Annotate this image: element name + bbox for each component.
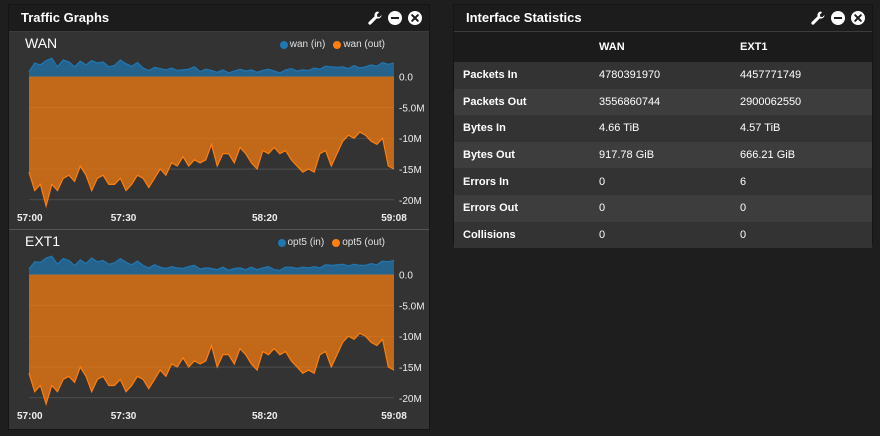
x-tick-label: 59:08 [381, 411, 407, 422]
ext1-value: 0 [740, 221, 872, 249]
table-row: Errors In 0 6 [454, 168, 872, 195]
table-row: Bytes Out 917.78 GiB 666.21 GiB [454, 141, 872, 169]
wan-graph: 0.0 -5.0M -10M -15M -20M 57:00 57:30 58:20 59:08… [9, 32, 429, 230]
legend-wan-in[interactable]: wan (in) [279, 39, 326, 50]
wan-traffic-chart: 0.0 -5.0M -10M -15M -20M 57:00 57:30 58:20 59:08 [17, 57, 425, 224]
wrench-icon[interactable] [810, 10, 826, 26]
legend-opt5-in-label: opt5 (in) [287, 237, 325, 248]
legend-in-dot [277, 238, 286, 247]
row-label: Errors Out [454, 194, 599, 222]
legend-out-dot [332, 238, 341, 247]
y-tick-label: -10M [399, 332, 422, 343]
ext1-value: 0 [740, 194, 872, 222]
ext1-value: 2900062550 [740, 88, 872, 116]
wan-legend: wan (in) wan (out) [279, 39, 385, 50]
y-tick-label: -15M [399, 165, 422, 176]
y-tick-label: -15M [399, 363, 422, 374]
row-label: Bytes Out [454, 141, 599, 169]
y-tick-label: -10M [399, 134, 422, 145]
interface-statistics-widget: Interface Statistics WAN EXT1 Packets In… [453, 4, 873, 249]
legend-opt5-in[interactable]: opt5 (in) [277, 237, 325, 248]
close-icon[interactable] [407, 10, 423, 26]
ext1-traffic-chart: 0.0 -5.0M -10M -15M -20M 57:00 57:30 58:20 59:08 [17, 255, 425, 422]
x-tick-label: 58:20 [252, 213, 278, 224]
interface-statistics-header: Interface Statistics [454, 5, 872, 32]
wan-value: 0 [599, 168, 740, 195]
ext1-legend: opt5 (in) opt5 (out) [277, 237, 385, 248]
table-header-row: WAN EXT1 [454, 32, 872, 62]
table-row: Packets In 4780391970 4457771749 [454, 62, 872, 89]
wrench-icon[interactable] [367, 10, 383, 26]
y-tick-label: -5.0M [399, 301, 425, 312]
interface-statistics-title: Interface Statistics [466, 10, 582, 25]
traffic-graphs-header: Traffic Graphs [9, 5, 429, 32]
interface-statistics-controls [810, 10, 866, 26]
legend-opt5-out[interactable]: opt5 (out) [332, 237, 385, 248]
column-header-wan: WAN [599, 32, 740, 62]
area-opt5-out [29, 274, 394, 404]
wan-value: 3556860744 [599, 88, 740, 116]
interface-stats-table: WAN EXT1 Packets In 4780391970 445777174… [454, 32, 872, 249]
x-tick-label: 58:20 [252, 411, 278, 422]
wan-graph-name: WAN [25, 35, 58, 51]
x-tick-label: 57:30 [111, 411, 137, 422]
wan-value: 917.78 GiB [599, 141, 740, 169]
y-tick-label: -5.0M [399, 103, 425, 114]
wan-value: 4.66 TiB [599, 115, 740, 142]
column-header-label [454, 32, 599, 62]
row-label: Errors In [454, 168, 599, 195]
wan-value: 0 [599, 194, 740, 222]
ext1-value: 4.57 TiB [740, 115, 872, 142]
table-row: Bytes In 4.66 TiB 4.57 TiB [454, 115, 872, 142]
y-tick-label: 0.0 [399, 73, 413, 84]
legend-out-dot [333, 40, 342, 49]
ext1-value: 666.21 GiB [740, 141, 872, 169]
minimize-icon[interactable] [830, 10, 846, 26]
legend-wan-out[interactable]: wan (out) [333, 39, 385, 50]
legend-wan-out-label: wan (out) [343, 39, 385, 50]
x-tick-label: 57:30 [111, 213, 137, 224]
ext1-graph-name: EXT1 [25, 233, 61, 249]
ext1-value: 6 [740, 168, 872, 195]
close-icon[interactable] [850, 10, 866, 26]
legend-opt5-out-label: opt5 (out) [342, 237, 385, 248]
y-tick-label: 0.0 [399, 271, 413, 282]
minimize-icon[interactable] [387, 10, 403, 26]
ext1-graph: 0.0 -5.0M -10M -15M -20M 57:00 57:30 58:20 59:08… [9, 230, 429, 428]
row-label: Bytes In [454, 115, 599, 142]
row-label: Packets In [454, 62, 599, 89]
x-tick-label: 57:00 [17, 411, 43, 422]
y-tick-label: -20M [399, 196, 422, 207]
legend-wan-in-label: wan (in) [289, 39, 326, 50]
x-tick-label: 59:08 [381, 213, 407, 224]
table-row: Collisions 0 0 [454, 221, 872, 249]
y-tick-label: -20M [399, 394, 422, 405]
ext1-value: 4457771749 [740, 62, 872, 89]
wan-value: 4780391970 [599, 62, 740, 89]
traffic-graphs-title: Traffic Graphs [21, 10, 110, 25]
column-header-ext1: EXT1 [740, 32, 872, 62]
x-tick-label: 57:00 [17, 213, 43, 224]
legend-in-dot [279, 40, 288, 49]
row-label: Packets Out [454, 88, 599, 116]
table-row: Packets Out 3556860744 2900062550 [454, 88, 872, 116]
row-label: Collisions [454, 221, 599, 249]
traffic-graphs-widget: Traffic Graphs 0.0 -5.0M -10M -15M -20M 57:00… [8, 4, 430, 430]
area-opt5-in [29, 256, 394, 275]
area-wan-out [29, 76, 394, 206]
traffic-graphs-controls [367, 10, 423, 26]
wan-value: 0 [599, 221, 740, 249]
table-row: Errors Out 0 0 [454, 194, 872, 222]
